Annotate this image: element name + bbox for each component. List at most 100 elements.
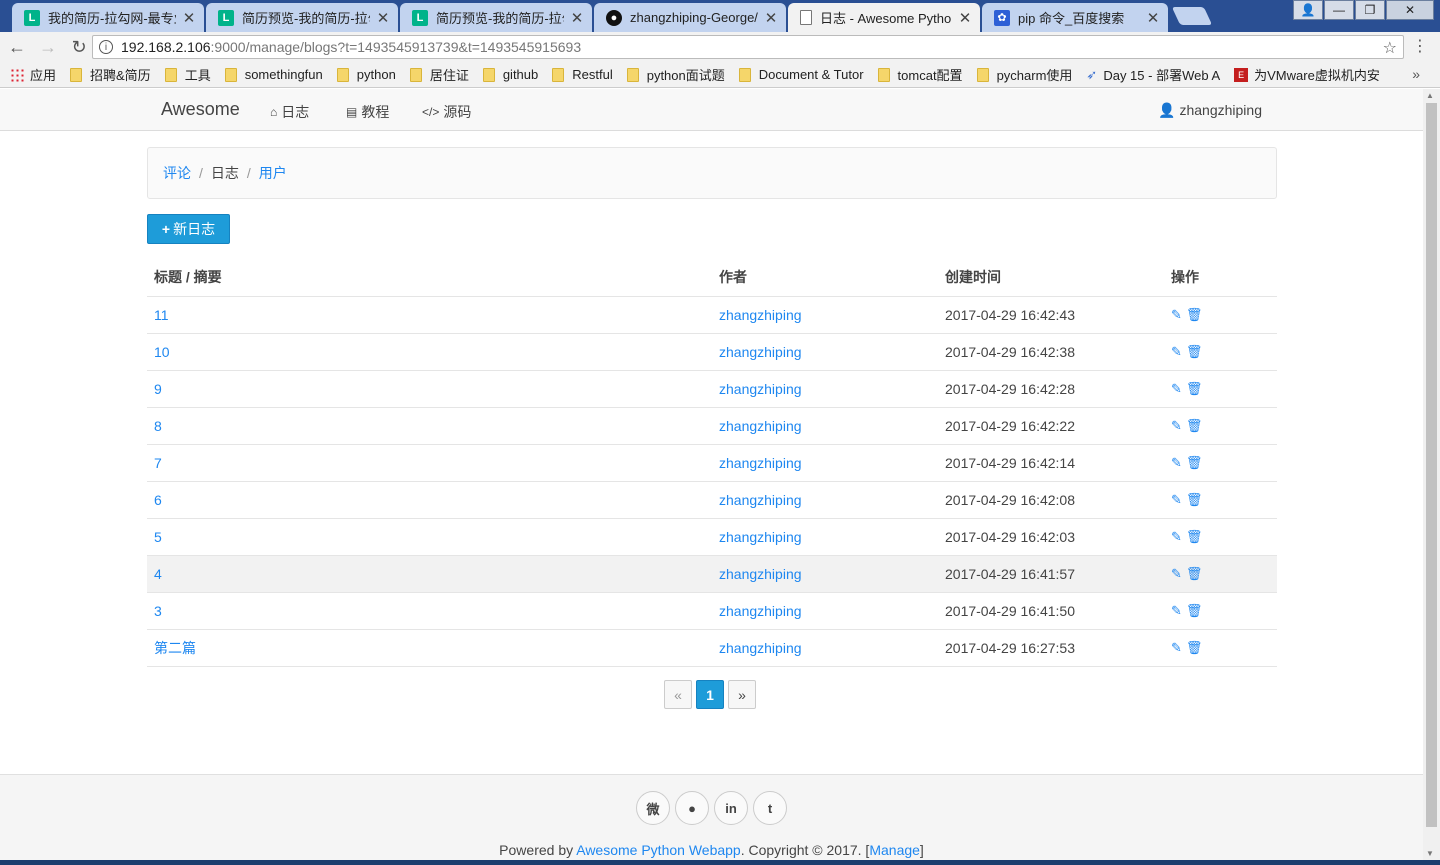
close-tab-icon[interactable]: ✕	[764, 9, 778, 27]
pagination-prev[interactable]: «	[664, 680, 692, 709]
author-link[interactable]: zhangzhiping	[719, 344, 802, 360]
nav-source[interactable]: </> 源码	[422, 102, 471, 122]
powered-link[interactable]: Awesome Python Webapp	[576, 842, 740, 858]
bookmark-apps[interactable]: 应用	[10, 65, 56, 84]
author-link[interactable]: zhangzhiping	[719, 381, 802, 397]
author-link[interactable]: zhangzhiping	[719, 603, 802, 619]
menu-icon[interactable]: ⋮	[1412, 38, 1428, 56]
bookmark-folder[interactable]: 招聘&简历	[70, 65, 151, 84]
linkedin-icon[interactable]: in	[714, 791, 748, 825]
edit-icon[interactable]: ✎	[1171, 640, 1182, 656]
bookmark-folder[interactable]: Document & Tutor	[738, 67, 864, 82]
forward-icon[interactable]: →	[34, 33, 62, 61]
edit-icon[interactable]: ✎	[1171, 603, 1182, 619]
nav-blogs[interactable]: ⌂ 日志	[270, 102, 309, 122]
github-icon[interactable]: ●	[675, 791, 709, 825]
new-blog-button[interactable]: + 新日志	[147, 214, 230, 244]
author-link[interactable]: zhangzhiping	[719, 418, 802, 434]
pagination-current[interactable]: 1	[696, 680, 724, 709]
edit-icon[interactable]: ✎	[1171, 381, 1182, 397]
trash-icon[interactable]: 🗑	[1186, 307, 1203, 323]
back-icon[interactable]: ←	[3, 33, 31, 61]
bookmark-link[interactable]: ➶ Day 15 - 部署Web A	[1086, 65, 1220, 84]
blog-title-link[interactable]: 9	[154, 381, 162, 397]
bookmark-folder[interactable]: 工具	[164, 65, 211, 84]
bookmark-folder[interactable]: Restful	[552, 67, 613, 82]
edit-icon[interactable]: ✎	[1171, 566, 1182, 582]
trash-icon[interactable]: 🗑	[1186, 344, 1203, 360]
close-tab-icon[interactable]: ✕	[570, 9, 584, 27]
blog-title-link[interactable]: 6	[154, 492, 162, 508]
scroll-up-icon[interactable]: ▲	[1426, 91, 1434, 100]
author-link[interactable]: zhangzhiping	[719, 566, 802, 582]
bookmark-star-icon[interactable]: ☆	[1383, 38, 1397, 58]
brand-logo[interactable]: Awesome	[161, 99, 240, 120]
trash-icon[interactable]: 🗑	[1186, 603, 1203, 619]
trash-icon[interactable]: 🗑	[1186, 566, 1203, 582]
breadcrumb-comments[interactable]: 评论	[163, 163, 191, 183]
blog-title-link[interactable]: 5	[154, 529, 162, 545]
trash-icon[interactable]: 🗑	[1186, 640, 1203, 656]
browser-tab-active[interactable]: 日志 - Awesome Pytho ✕	[788, 3, 980, 32]
weibo-icon[interactable]: 微	[636, 791, 670, 825]
scroll-down-icon[interactable]: ▼	[1426, 849, 1434, 858]
edit-icon[interactable]: ✎	[1171, 307, 1182, 323]
manage-link[interactable]: Manage	[869, 842, 920, 858]
more-bookmarks-icon[interactable]: »	[1412, 66, 1420, 82]
bookmark-folder[interactable]: somethingfun	[224, 67, 323, 82]
info-icon[interactable]: i	[99, 40, 113, 54]
twitter-icon[interactable]: t	[753, 791, 787, 825]
restore-icon[interactable]: ❐	[1355, 0, 1385, 20]
trash-icon[interactable]: 🗑	[1186, 455, 1203, 471]
blog-title-link[interactable]: 11	[154, 307, 169, 323]
edit-icon[interactable]: ✎	[1171, 529, 1182, 545]
breadcrumb-users[interactable]: 用户	[259, 163, 287, 183]
close-tab-icon[interactable]: ✕	[1146, 9, 1160, 27]
bookmark-folder[interactable]: python	[336, 67, 396, 82]
author-link[interactable]: zhangzhiping	[719, 640, 802, 656]
author-link[interactable]: zhangzhiping	[719, 307, 802, 323]
edit-icon[interactable]: ✎	[1171, 344, 1182, 360]
close-tab-icon[interactable]: ✕	[182, 9, 196, 27]
edit-icon[interactable]: ✎	[1171, 492, 1182, 508]
minimize-icon[interactable]: —	[1324, 0, 1354, 20]
trash-icon[interactable]: 🗑	[1186, 418, 1203, 434]
browser-tab[interactable]: L 简历预览-我的简历-拉勾 ✕	[206, 3, 398, 32]
bookmark-folder[interactable]: pycharm使用	[976, 65, 1072, 84]
new-tab-button[interactable]	[1171, 7, 1213, 25]
blog-title-link[interactable]: 第二篇	[154, 640, 196, 656]
trash-icon[interactable]: 🗑	[1186, 381, 1203, 397]
trash-icon[interactable]: 🗑	[1186, 492, 1203, 508]
bookmark-link[interactable]: E 为VMware虚拟机内安	[1234, 65, 1380, 84]
close-tab-icon[interactable]: ✕	[376, 9, 390, 27]
browser-tab[interactable]: ✿ pip 命令_百度搜索 ✕	[982, 3, 1168, 32]
pagination-next[interactable]: »	[728, 680, 756, 709]
author-link[interactable]: zhangzhiping	[719, 492, 802, 508]
browser-tab[interactable]: L 我的简历-拉勾网-最专业 ✕	[12, 3, 204, 32]
vertical-scrollbar[interactable]: ▲ ▼	[1423, 89, 1440, 860]
author-link[interactable]: zhangzhiping	[719, 455, 802, 471]
edit-icon[interactable]: ✎	[1171, 418, 1182, 434]
bookmark-folder[interactable]: 居住证	[409, 65, 469, 84]
bookmark-folder[interactable]: tomcat配置	[877, 65, 963, 84]
browser-tab[interactable]: ● zhangzhiping-George/ ✕	[594, 3, 786, 32]
blog-title-link[interactable]: 8	[154, 418, 162, 434]
close-window-icon[interactable]: ✕	[1386, 0, 1434, 20]
reload-icon[interactable]: ↻	[65, 33, 93, 61]
close-tab-icon[interactable]: ✕	[958, 9, 972, 27]
scrollbar-thumb[interactable]	[1426, 103, 1437, 827]
browser-tab[interactable]: L 简历预览-我的简历-拉勾 ✕	[400, 3, 592, 32]
trash-icon[interactable]: 🗑	[1186, 529, 1203, 545]
author-link[interactable]: zhangzhiping	[719, 529, 802, 545]
user-icon[interactable]: 👤	[1293, 0, 1323, 20]
blog-title-link[interactable]: 3	[154, 603, 162, 619]
blog-title-link[interactable]: 4	[154, 566, 162, 582]
address-bar[interactable]: i 192.168.2.106:9000/manage/blogs?t=1493…	[92, 35, 1404, 59]
nav-tutorial[interactable]: ▤ 教程	[346, 102, 389, 122]
bookmark-folder[interactable]: python面试题	[626, 65, 725, 84]
blog-title-link[interactable]: 10	[154, 344, 170, 360]
user-menu[interactable]: 👤 zhangzhiping	[1158, 102, 1262, 119]
bookmark-folder[interactable]: github	[482, 67, 538, 82]
edit-icon[interactable]: ✎	[1171, 455, 1182, 471]
blog-title-link[interactable]: 7	[154, 455, 162, 471]
